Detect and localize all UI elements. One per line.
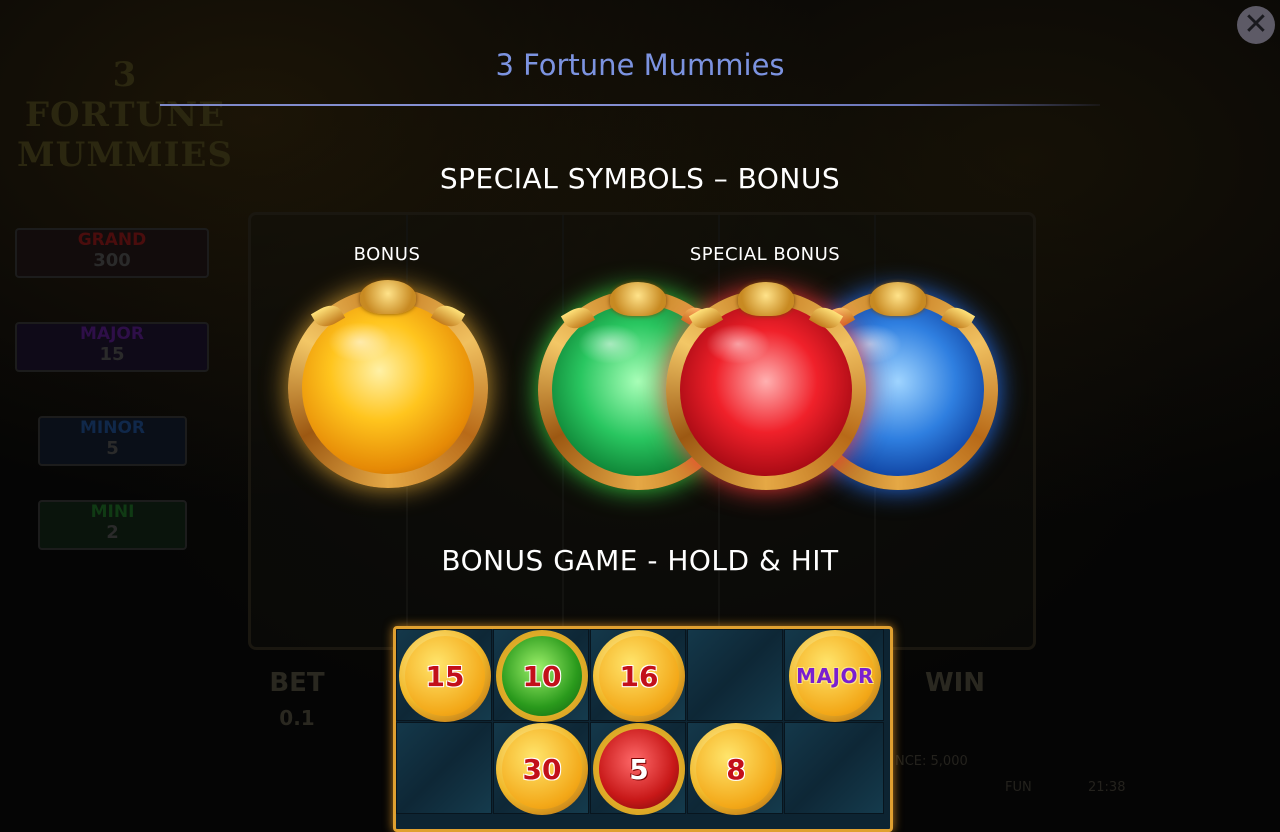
bonus-coin: 15: [399, 630, 491, 722]
scarab-icon: [738, 282, 794, 316]
bet-value: 0.1: [279, 706, 315, 730]
jackpot-mini: MINI 2: [38, 500, 187, 550]
grid-cell: 30: [493, 722, 589, 815]
bonus-coin: 30: [496, 723, 588, 815]
jackpot-major: MAJOR 15: [15, 322, 209, 372]
orb-ball: [302, 302, 474, 474]
bonus-coin: 5: [593, 723, 685, 815]
bonus-coin: 16: [593, 630, 685, 722]
grid-cell: 15: [396, 629, 492, 722]
mode-text: FUN: [1005, 780, 1032, 795]
grid-cell: 8: [687, 722, 783, 815]
clock: 21:38: [1088, 780, 1126, 795]
orb-shine: [328, 322, 392, 362]
coin-value: 15: [405, 636, 485, 716]
grid-cell: 5: [590, 722, 686, 815]
grid-cell: MAJOR: [784, 629, 884, 722]
orb-shine: [706, 324, 770, 364]
coin-jackpot: MAJOR: [795, 636, 875, 716]
coin-value: 5: [599, 729, 679, 809]
jackpot-value: 300: [93, 250, 131, 271]
orb-ball: [680, 304, 852, 476]
bonus-orb: [288, 280, 488, 488]
jackpot-label: MAJOR: [80, 324, 144, 344]
bonus-coin: MAJOR: [789, 630, 881, 722]
grid-cell-empty: [396, 722, 492, 814]
bonus-label: BONUS: [353, 244, 421, 265]
special-orb-red: [666, 282, 866, 490]
coin-value: 8: [696, 729, 776, 809]
grid-cell: 10: [493, 629, 589, 722]
scarab-icon: [870, 282, 926, 316]
coin-value: 10: [502, 636, 582, 716]
coin-value: 16: [599, 636, 679, 716]
jackpot-label: MINOR: [79, 418, 145, 438]
close-button[interactable]: ✕: [1237, 6, 1275, 44]
scarab-icon: [360, 280, 416, 314]
jackpot-grand: GRAND 300: [15, 228, 209, 278]
jackpot-value: 15: [99, 344, 125, 365]
scarab-icon: [610, 282, 666, 316]
bonus-game-grid: 15 10 16 MAJOR 30 5 8: [393, 626, 893, 832]
close-icon: ✕: [1243, 7, 1269, 42]
bonus-coin: 8: [690, 723, 782, 815]
orb-shine: [578, 324, 642, 364]
title-divider: [160, 104, 1100, 106]
jackpot-label: GRAND: [77, 230, 147, 250]
grid-cell-empty: [687, 629, 783, 721]
special-bonus-label: SPECIAL BONUS: [689, 244, 841, 265]
win-label: WIN: [924, 668, 986, 698]
jackpot-minor: MINOR 5: [38, 416, 187, 466]
jackpot-label: MINI: [90, 502, 135, 522]
grid-cell-empty: [784, 722, 884, 814]
bonus-coin: 10: [496, 630, 588, 722]
page-title: 3 Fortune Mummies: [495, 48, 785, 82]
coin-value: 30: [502, 729, 582, 809]
grid-cell: 16: [590, 629, 686, 722]
balance-text: NCE: 5,000: [895, 754, 968, 769]
game-logo-line: FORTUNE: [24, 95, 226, 135]
special-symbols-heading: SPECIAL SYMBOLS – BONUS: [439, 162, 841, 195]
bonus-game-heading: BONUS GAME - HOLD & HIT: [441, 544, 839, 577]
bet-label: BET: [269, 668, 325, 698]
jackpot-value: 2: [106, 522, 119, 543]
jackpot-value: 5: [106, 438, 119, 459]
